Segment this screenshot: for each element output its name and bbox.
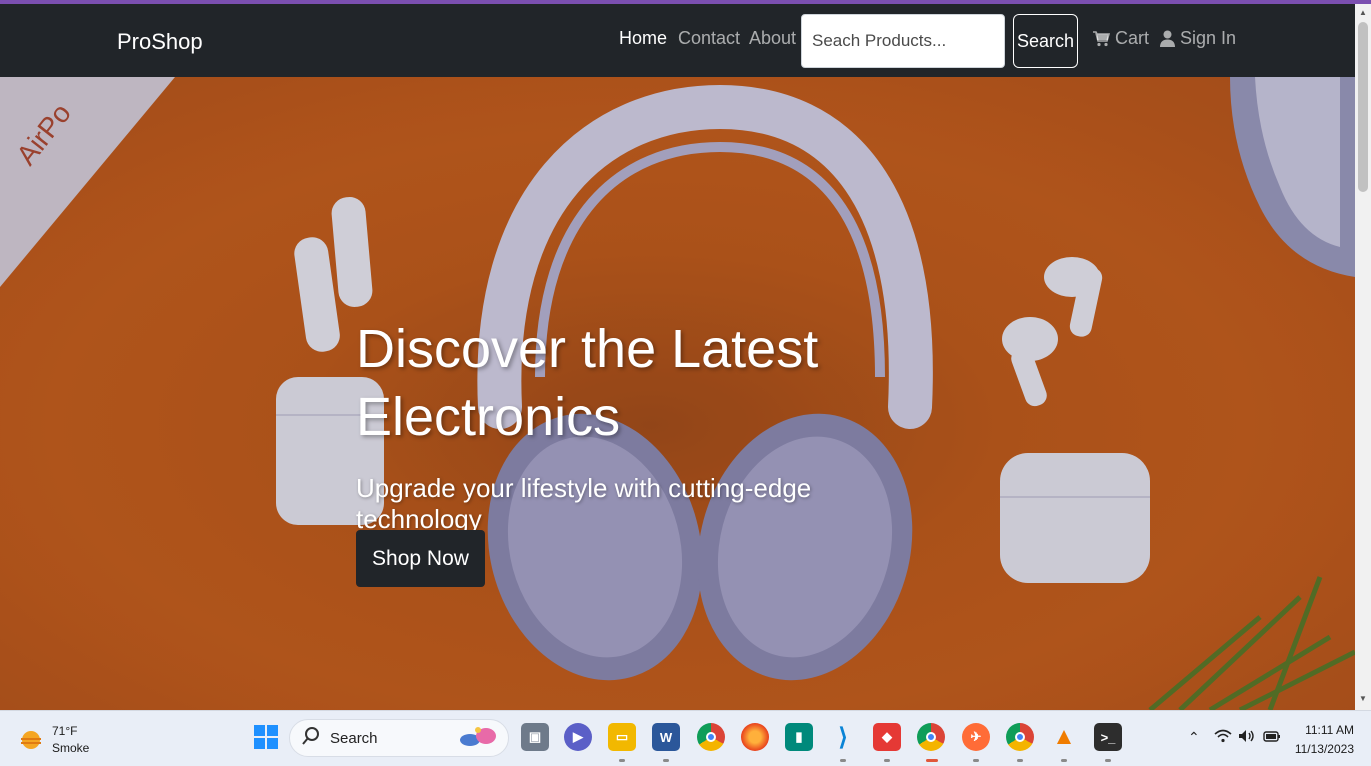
search-button[interactable]: Search [1013, 14, 1078, 68]
weather-temp: 71°F [52, 724, 78, 738]
battery-icon[interactable] [1263, 729, 1281, 746]
windows-taskbar: 71°F Smoke Search ▣ ▶ ▭ W ▮ ⟩ ◆ ✈ ▲ >_ ⌃ [0, 710, 1371, 766]
cart-label: Cart [1115, 28, 1150, 48]
taskbar-search-label: Search [330, 729, 378, 747]
sign-in-link[interactable]: Sign In [1160, 28, 1236, 49]
nav-link-contact[interactable]: Contact [678, 28, 740, 49]
search-highlight-icon [458, 724, 498, 753]
nav-link-home[interactable]: Home [619, 28, 667, 49]
brand-logo[interactable]: ProShop [117, 29, 203, 55]
scroll-up-icon[interactable]: ▲ [1359, 8, 1367, 17]
scroll-down-icon[interactable]: ▼ [1359, 694, 1367, 703]
chrome-icon[interactable] [697, 723, 725, 751]
hero-subtitle: Upgrade your lifestyle with cutting-edge… [356, 473, 812, 534]
cart-icon [1093, 30, 1110, 47]
hero-title-line2: Electronics [356, 387, 621, 447]
vscode-icon[interactable]: ⟩ [829, 723, 857, 751]
task-view-icon[interactable]: ▣ [521, 723, 549, 751]
wifi-icon[interactable] [1214, 729, 1232, 746]
system-clock[interactable]: 11:11 AM 11/13/2023 [1290, 721, 1354, 759]
weather-desc: Smoke [52, 741, 90, 755]
shop-now-button[interactable]: Shop Now [356, 530, 485, 587]
volume-icon[interactable] [1238, 729, 1256, 746]
nav-link-about[interactable]: About [749, 28, 796, 49]
page-scrollbar[interactable]: ▲ ▼ [1355, 4, 1371, 710]
hero-banner: AirPo Discover the Latest Elect [0, 77, 1355, 710]
postman-icon[interactable]: ✈ [962, 723, 990, 751]
terminal-icon[interactable]: >_ [1094, 723, 1122, 751]
teams-icon[interactable]: ▶ [564, 723, 592, 751]
word-icon[interactable]: W [652, 723, 680, 751]
hero-title-line1: Discover the Latest [356, 319, 819, 379]
chrome-profile-icon[interactable] [917, 723, 945, 751]
anydesk-icon[interactable]: ◆ [873, 723, 901, 751]
tray-overflow-icon[interactable]: ⌃ [1188, 729, 1200, 746]
user-icon [1160, 30, 1175, 47]
weather-widget[interactable]: 71°F Smoke [18, 723, 89, 757]
scroll-thumb[interactable] [1358, 22, 1368, 192]
taskbar-search[interactable]: Search [289, 719, 509, 757]
clock-date: 11/13/2023 [1294, 742, 1354, 756]
windows-start-icon[interactable] [252, 723, 280, 751]
hero-content: Discover the Latest Electronics Upgrade … [356, 315, 916, 535]
sign-in-label: Sign In [1180, 28, 1237, 48]
chrome-profile-n-icon[interactable] [1006, 723, 1034, 751]
weather-sun-icon [21, 731, 41, 749]
search-icon [302, 726, 320, 750]
clock-time: 11:11 AM [1305, 723, 1354, 737]
file-explorer-icon[interactable]: ▭ [608, 723, 636, 751]
search-input[interactable] [801, 14, 1005, 68]
navbar: ProShop Home Contact About Search Cart S… [0, 4, 1355, 77]
vlc-icon[interactable]: ▲ [1050, 723, 1078, 751]
cart-link[interactable]: Cart [1093, 28, 1149, 49]
firefox-icon[interactable] [741, 723, 769, 751]
meet-icon[interactable]: ▮ [785, 723, 813, 751]
hero-title: Discover the Latest Electronics [356, 315, 916, 451]
